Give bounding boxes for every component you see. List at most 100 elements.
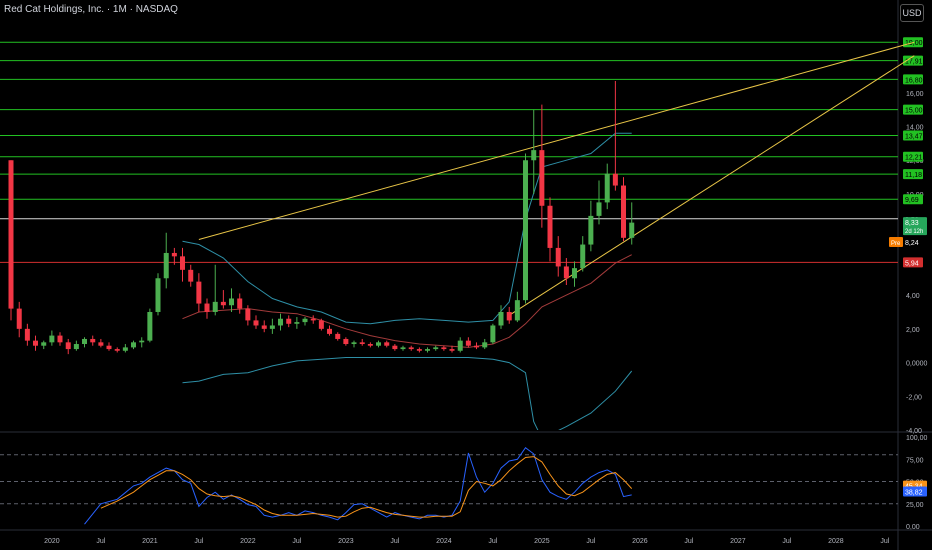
time-tick-label: Jul xyxy=(488,538,497,545)
level-price-label: 12,21 xyxy=(905,155,923,162)
candle-body xyxy=(482,342,488,348)
candle-up xyxy=(122,344,128,353)
candle-up xyxy=(163,232,169,289)
candle-body xyxy=(457,340,463,351)
candle-body xyxy=(65,342,71,350)
candle-up xyxy=(596,180,602,225)
candle-body xyxy=(147,311,153,341)
candle-body xyxy=(376,342,381,346)
candle-down xyxy=(392,344,398,351)
candle-up xyxy=(523,153,528,304)
candle-body xyxy=(294,322,300,324)
candle-body xyxy=(139,340,145,343)
candle-down xyxy=(188,264,194,287)
candle-down xyxy=(465,337,471,348)
time-tick-label: 2023 xyxy=(338,538,354,545)
candle-body xyxy=(180,256,185,270)
time-tick-label: 2025 xyxy=(534,538,550,545)
candle-down xyxy=(24,323,30,346)
candle-body xyxy=(629,222,635,238)
candle-body xyxy=(155,278,161,312)
candle-down xyxy=(367,342,373,348)
candle-up xyxy=(41,340,47,350)
candle-body xyxy=(400,347,406,350)
candle-body xyxy=(196,281,202,304)
candle-body xyxy=(261,325,267,329)
candle-body xyxy=(302,318,308,323)
price-tick-label: 0,0000 xyxy=(906,361,928,368)
candle-up xyxy=(457,337,463,353)
candle-body xyxy=(90,338,96,343)
candle-body xyxy=(555,247,561,267)
candle-down xyxy=(506,306,512,324)
candle-body xyxy=(286,318,292,324)
candle-body xyxy=(16,308,22,329)
time-tick-label: Jul xyxy=(880,538,889,545)
candle-up xyxy=(482,338,488,350)
candle-body xyxy=(506,311,512,321)
candle-body xyxy=(73,344,79,350)
candle-down xyxy=(114,347,120,353)
candle-body xyxy=(621,185,626,238)
trend-line xyxy=(198,41,915,240)
time-tick-label: Jul xyxy=(96,538,105,545)
candle-down xyxy=(196,273,202,312)
candle-down xyxy=(441,345,447,351)
candle-up xyxy=(229,288,234,312)
candle-body xyxy=(163,252,169,279)
candle-down xyxy=(621,177,626,242)
level-price-label: 11,18 xyxy=(905,172,922,179)
time-tick-label: 2028 xyxy=(828,538,844,545)
candle-body xyxy=(580,244,586,269)
candle-up xyxy=(376,340,381,348)
candle-body xyxy=(392,345,398,350)
candle-body xyxy=(318,320,324,329)
candle-up xyxy=(131,340,136,350)
candle-up xyxy=(82,337,87,348)
candle-body xyxy=(596,202,602,216)
candle-down xyxy=(253,315,259,329)
candle-body xyxy=(547,205,553,248)
price-tick-label: 4,00 xyxy=(906,293,920,300)
candle-body xyxy=(367,344,373,346)
price-tick-label: 2,00 xyxy=(906,327,920,334)
candle-body xyxy=(359,342,365,345)
time-tick-label: 2021 xyxy=(142,538,158,545)
candle-body xyxy=(245,308,251,321)
candle-body xyxy=(278,318,283,326)
candle-down xyxy=(416,347,422,353)
chart-canvas[interactable]: -4,00-2,000,00002,004,006,008,0010,0012,… xyxy=(0,0,932,550)
candle-body xyxy=(441,347,447,350)
candle-up xyxy=(269,318,275,334)
candle-body xyxy=(351,342,357,345)
candle-down xyxy=(539,104,545,228)
rsi-series-line xyxy=(84,446,632,525)
candle-body xyxy=(204,303,210,312)
candle-down xyxy=(335,332,341,341)
candle-body xyxy=(572,268,577,279)
candle-body xyxy=(122,347,128,351)
rsi-tick-label: 25,00 xyxy=(906,502,924,509)
candle-body xyxy=(114,349,120,351)
candle-up xyxy=(294,317,300,329)
candle-body xyxy=(49,335,55,343)
candle-down xyxy=(90,335,96,346)
candle-body xyxy=(612,173,618,186)
candle-down xyxy=(555,236,561,277)
candle-body xyxy=(539,150,545,206)
candle-body xyxy=(335,333,341,339)
candle-up xyxy=(433,345,439,351)
candle-body xyxy=(8,160,14,309)
candle-body xyxy=(220,301,226,306)
time-axis[interactable]: 2020 Jul 2021 Jul 2022 Jul 2023 Jul 2024 Jul 2025 J… xyxy=(0,529,932,545)
last-price-label: 8,33 xyxy=(905,220,919,227)
candle-down xyxy=(359,338,365,346)
candle-down xyxy=(220,290,226,309)
candle-up xyxy=(588,200,594,252)
price-tick-label: -4,00 xyxy=(906,428,922,435)
candle-down xyxy=(327,325,332,336)
time-tick-label: Jul xyxy=(684,538,693,545)
candle-body xyxy=(327,328,332,334)
candle-body xyxy=(433,347,439,350)
price-tick-label: -2,00 xyxy=(906,394,922,401)
